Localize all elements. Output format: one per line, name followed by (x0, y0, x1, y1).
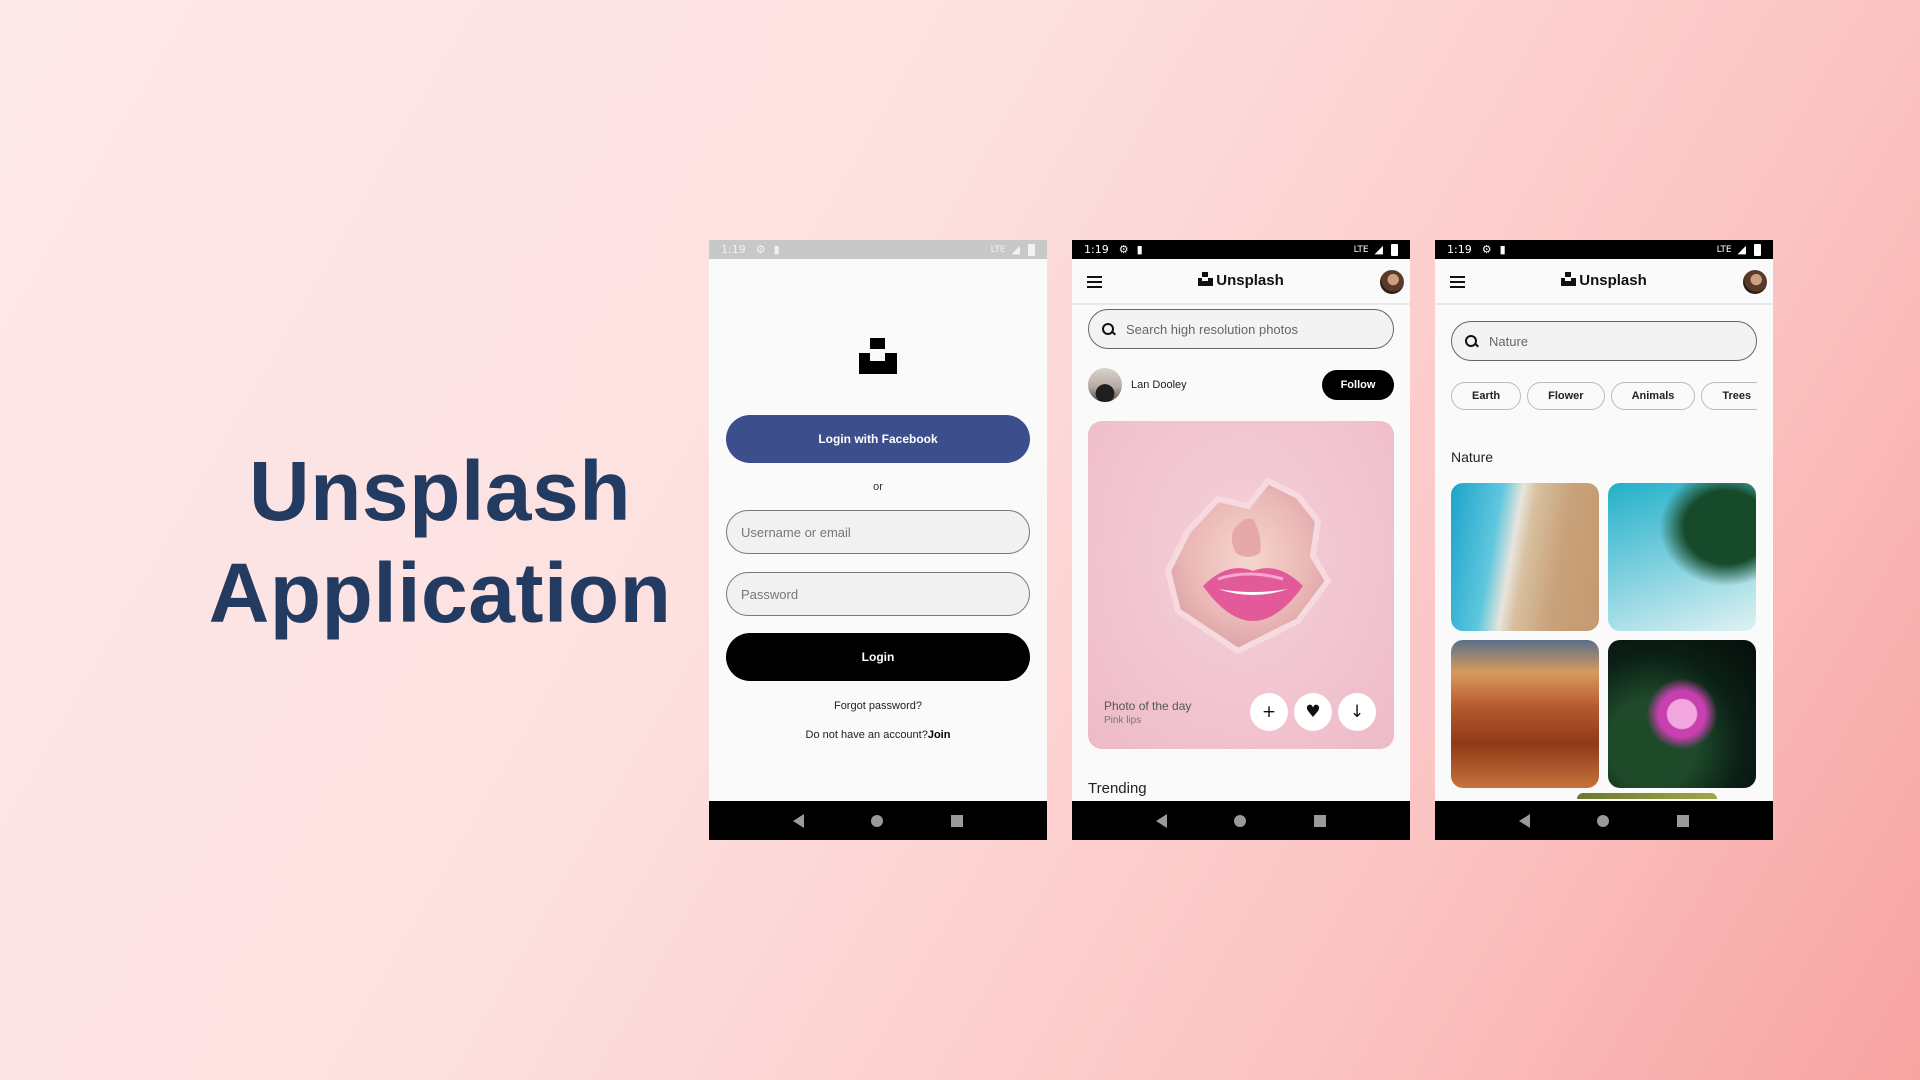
forgot-password-link[interactable]: Forgot password? (709, 700, 1047, 712)
sd-card-icon: ▮ (1499, 243, 1506, 256)
search-icon (1102, 323, 1114, 335)
sd-card-icon: ▮ (773, 243, 780, 256)
unsplash-logo-icon (1561, 272, 1577, 286)
android-nav-bar (1435, 801, 1773, 840)
section-title: Nature (1451, 449, 1494, 465)
top-app-bar: Unsplash (1072, 259, 1410, 305)
network-type: LTE (1716, 244, 1732, 255)
photo-tile-lotus[interactable] (1608, 640, 1756, 788)
unsplash-logo-icon (1198, 272, 1214, 286)
login-facebook-button[interactable]: Login with Facebook (726, 415, 1030, 463)
chip-trees[interactable]: Trees (1701, 382, 1757, 410)
battery-icon (1754, 243, 1761, 256)
home-icon[interactable] (1234, 814, 1247, 827)
password-input[interactable]: Password (726, 572, 1030, 616)
search-query: Nature (1489, 333, 1529, 349)
recents-icon[interactable] (1677, 814, 1690, 827)
card-title: Photo of the day (1104, 699, 1192, 713)
brand-text: Unsplash (1579, 272, 1647, 289)
phone-home-screen: 1:19 ⚙ ▮ LTE ◢ Unsplash Search high reso… (1072, 240, 1410, 840)
app-brand: Unsplash (1435, 272, 1773, 289)
chip-flower[interactable]: Flower (1527, 382, 1605, 410)
avatar[interactable] (1380, 270, 1404, 294)
battery-icon (1391, 243, 1398, 256)
home-icon[interactable] (1597, 814, 1610, 827)
follow-button[interactable]: Follow (1322, 370, 1394, 400)
recents-icon[interactable] (951, 814, 964, 827)
network-type: LTE (990, 244, 1006, 255)
author-name[interactable]: Lan Dooley (1131, 379, 1322, 391)
avatar[interactable] (1743, 270, 1767, 294)
photo-tile-beach[interactable] (1451, 483, 1599, 631)
photo-of-the-day-card[interactable]: Photo of the day Pink lips + ♥ ↓ (1088, 421, 1394, 749)
hero-title-line2: Application (208, 546, 672, 640)
plus-icon: + (1261, 702, 1277, 722)
chip-earth[interactable]: Earth (1451, 382, 1522, 410)
settings-icon: ⚙ (755, 243, 766, 256)
phone-login-screen: 1:19 ⚙ ▮ LTE ◢ Login with Facebook or Us… (709, 240, 1047, 840)
or-divider-text: or (873, 481, 883, 493)
signal-icon: ◢ (1737, 243, 1746, 256)
heart-icon: ♥ (1305, 702, 1321, 722)
username-input[interactable]: Username or email (726, 510, 1030, 554)
network-type: LTE (1353, 244, 1369, 255)
search-input[interactable]: Search high resolution photos (1088, 309, 1394, 349)
download-button[interactable]: ↓ (1338, 693, 1376, 731)
no-account-text: Do not have an account? (805, 729, 928, 741)
unsplash-logo-icon (859, 338, 897, 374)
photo-tile-partial[interactable] (1577, 793, 1717, 799)
signal-icon: ◢ (1374, 243, 1383, 256)
home-icon[interactable] (871, 814, 884, 827)
recents-icon[interactable] (1314, 814, 1327, 827)
add-button[interactable]: + (1250, 693, 1288, 731)
search-input[interactable]: Nature (1451, 321, 1757, 361)
like-button[interactable]: ♥ (1294, 693, 1332, 731)
join-link[interactable]: Join (928, 729, 951, 741)
app-brand: Unsplash (1072, 272, 1410, 289)
hero-title-line1: Unsplash (248, 444, 632, 538)
search-icon (1465, 335, 1477, 347)
back-icon[interactable] (1518, 813, 1530, 828)
brand-text: Unsplash (1216, 272, 1284, 289)
photo-tile-canyon[interactable] (1451, 640, 1599, 788)
signal-icon: ◢ (1011, 243, 1020, 256)
author-row: Lan Dooley Follow (1088, 368, 1394, 402)
top-app-bar: Unsplash (1435, 259, 1773, 305)
android-nav-bar (1072, 801, 1410, 840)
download-icon: ↓ (1349, 702, 1365, 722)
status-bar: 1:19 ⚙ ▮ LTE ◢ (1072, 240, 1410, 259)
chip-animals[interactable]: Animals (1610, 382, 1696, 410)
status-bar: 1:19 ⚙ ▮ LTE ◢ (709, 240, 1047, 259)
photo-tile-palm[interactable] (1608, 483, 1756, 631)
card-subtitle: Pink lips (1104, 715, 1142, 726)
phone-search-screen: 1:19 ⚙ ▮ LTE ◢ Unsplash Nature Earth Flow… (1435, 240, 1773, 840)
category-chips: Earth Flower Animals Trees (1451, 382, 1757, 412)
battery-icon (1028, 243, 1035, 256)
back-icon[interactable] (1155, 813, 1167, 828)
trending-heading: Trending (1088, 780, 1147, 797)
back-icon[interactable] (792, 813, 804, 828)
author-avatar[interactable] (1088, 368, 1122, 402)
hero-title: Unsplash Application (160, 440, 720, 644)
status-time: 1:19 (1084, 243, 1109, 256)
login-button[interactable]: Login (726, 633, 1030, 681)
pink-lips-photo (1164, 477, 1332, 655)
settings-icon: ⚙ (1118, 243, 1129, 256)
sd-card-icon: ▮ (1136, 243, 1143, 256)
status-time: 1:19 (721, 243, 746, 256)
android-nav-bar (709, 801, 1047, 840)
join-row: Do not have an account?Join (709, 729, 1047, 741)
status-time: 1:19 (1447, 243, 1472, 256)
status-bar: 1:19 ⚙ ▮ LTE ◢ (1435, 240, 1773, 259)
search-placeholder: Search high resolution photos (1126, 321, 1299, 337)
settings-icon: ⚙ (1481, 243, 1492, 256)
